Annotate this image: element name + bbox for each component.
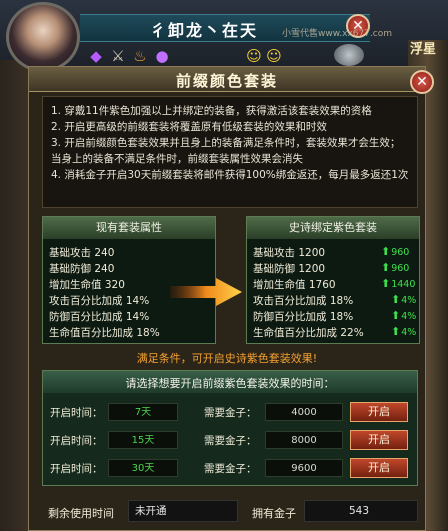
current-row: 防御百分比加成 14% (49, 311, 150, 323)
up-arrow-icon: ⬆ (381, 261, 391, 274)
open-time-value: 30天 (108, 459, 178, 477)
current-set-title: 现有套装属性 (43, 217, 215, 239)
emblem-icon[interactable] (334, 44, 364, 66)
up-arrow-icon: ⬆ (391, 309, 401, 322)
up-arrow-icon: ⬆ (381, 277, 391, 290)
gain-indicator: ⬆4% (391, 325, 417, 338)
gold-cost-label: 需要金子： (204, 407, 257, 419)
current-row: 攻击百分比加成 14% (49, 295, 150, 307)
panel-title: 前缀颜色套装 (175, 72, 278, 90)
epic-row: 生命值百分比加成 22% (253, 327, 364, 339)
epic-row: 基础攻击 1200 (253, 247, 326, 259)
epic-row: 基础防御 1200 (253, 263, 326, 275)
condition-message: 满足条件，可开启史诗紫色套装效果! (136, 352, 318, 365)
gold-cost-value: 4000 (265, 403, 343, 421)
gain-indicator: ⬆1440 (381, 277, 416, 290)
open-time-label: 开启时间： (50, 435, 103, 447)
corner-location-text: 浮星 (410, 42, 437, 57)
gold-cost-label: 需要金子： (204, 435, 257, 447)
smiley-icon[interactable]: ☺ (264, 46, 284, 66)
gain-indicator: ⬆960 (381, 261, 410, 274)
epic-row: 增加生命值 1760 (253, 279, 336, 291)
epic-set-box: 史诗绑定紫色套装 基础攻击 1200 基础防御 1200 增加生命值 1760 … (246, 216, 420, 344)
rule-line: 3. 开启前缀颜色套装效果并且身上的装备满足条件时，套装效果才会生效；当身上的装… (51, 137, 401, 165)
flame-icon[interactable]: ♨ (130, 46, 150, 66)
epic-set-title: 史诗绑定紫色套装 (247, 217, 419, 239)
current-row: 基础防御 240 (49, 263, 115, 275)
purple-orb-icon[interactable]: ● (152, 46, 172, 66)
open-7-days-button[interactable]: 开启 (350, 402, 408, 422)
open-15-days-button[interactable]: 开启 (350, 430, 408, 450)
remaining-time-value: 未开通 (128, 500, 238, 522)
current-row: 生命值百分比加成 18% (49, 327, 160, 339)
panel-close-icon[interactable]: ✕ (410, 70, 434, 94)
watermark: 小雪代售www.xx677.com (282, 29, 393, 39)
gold-cost-label: 需要金子： (204, 463, 257, 475)
gain-indicator: ⬆4% (391, 309, 417, 322)
rules-text-box: 1. 穿戴11件紫色加强以上并绑定的装备，获得激活该套装效果的资格 2. 开启更… (42, 96, 418, 208)
gold-cost-value: 9600 (265, 459, 343, 477)
gain-indicator: ⬆4% (391, 293, 417, 306)
open-time-label: 开启时间： (50, 463, 103, 475)
arrow-right-icon (170, 278, 242, 306)
gain-indicator: ⬆960 (381, 245, 410, 258)
up-arrow-icon: ⬆ (391, 293, 401, 306)
epic-row: 防御百分比加成 18% (253, 311, 354, 323)
current-row: 增加生命值 320 (49, 279, 125, 291)
crossed-swords-icon[interactable]: ⚔ (108, 46, 128, 66)
player-avatar[interactable] (6, 2, 80, 72)
rule-line: 1. 穿戴11件紫色加强以上并绑定的装备，获得激活该套装效果的资格 (51, 105, 372, 117)
gold-cost-value: 8000 (265, 431, 343, 449)
open-30-days-button[interactable]: 开启 (350, 458, 408, 478)
open-time-value: 15天 (108, 431, 178, 449)
epic-row: 攻击百分比加成 18% (253, 295, 354, 307)
owned-gold-label: 拥有金子 (252, 507, 296, 520)
scene-left-background (0, 60, 28, 531)
owned-gold-value: 543 (304, 500, 418, 522)
remaining-time-label: 剩余使用时间 (48, 507, 114, 520)
up-arrow-icon: ⬆ (381, 245, 391, 258)
rule-line: 4. 消耗金子开启30天前缀套装将邮件获得100%绑金返还，每月最多返还1次 (51, 169, 409, 181)
current-row: 基础攻击 240 (49, 247, 115, 259)
open-time-label: 开启时间： (50, 407, 103, 419)
purple-gem-icon[interactable]: ◆ (86, 46, 106, 66)
duration-select-title: 请选择想要开启前缀紫色套装效果的时间： (125, 377, 335, 390)
up-arrow-icon: ⬆ (391, 325, 401, 338)
player-name: 彳卸龙丶在天 (150, 21, 259, 40)
smiley-icon[interactable]: ☺ (244, 46, 264, 66)
open-time-value: 7天 (108, 403, 178, 421)
rule-line: 2. 开启更高级的前缀套装将覆盖原有低级套装的效果和时效 (51, 121, 327, 133)
